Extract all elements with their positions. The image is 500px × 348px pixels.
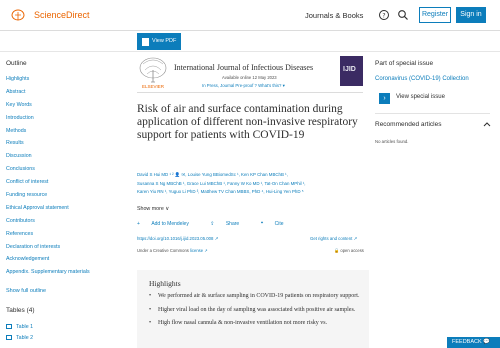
highlight-item: High flow nasal cannula & non-invasive v… [149, 319, 361, 328]
outline-item[interactable]: References [6, 231, 116, 244]
license-text: Under a Creative Commons license ↗ [137, 248, 208, 253]
outline-item[interactable]: Methods [6, 128, 116, 141]
in-press-links[interactable]: In Press, Journal Pre-proof ? What's thi… [202, 83, 285, 89]
highlights-box: Highlights We performed air & surface sa… [137, 270, 369, 348]
outline-item[interactable]: Introduction [6, 115, 116, 128]
outline-item[interactable]: Key Words [6, 102, 116, 115]
outline-item[interactable]: Abstract [6, 89, 116, 102]
view-pdf-label: View PDF [152, 38, 177, 44]
chevron-up-icon[interactable] [483, 121, 491, 127]
table-icon [6, 324, 12, 330]
feedback-button[interactable]: FEEDBACK 💬 [447, 337, 500, 348]
view-pdf-button[interactable]: View PDF [137, 33, 181, 50]
outline-item[interactable]: Contributors [6, 218, 116, 231]
share-icon: ⇪ [210, 221, 216, 227]
rights-content-link[interactable]: Get rights and content ↗ [310, 236, 357, 242]
elsevier-tree-logo-icon[interactable]: ELSEVIER [137, 56, 169, 90]
author-line[interactable]: Karen Yiu RN ¹, Yuguo Li PhD ³, Matthew … [137, 188, 365, 197]
register-button[interactable]: Register [419, 7, 451, 23]
outline-item[interactable]: Declaration of interests [6, 244, 116, 257]
show-more-button[interactable]: Show more ∨ [137, 206, 169, 212]
outline-item[interactable]: Funding resource [6, 192, 116, 205]
open-access-badge: 🔓 open access [334, 248, 364, 253]
plus-icon: + [137, 221, 142, 227]
author-line[interactable]: David S Hui MD ¹ ² 👤 ✉, Louise Yung BBio… [137, 171, 365, 180]
journal-title-link[interactable]: International Journal of Infectious Dise… [174, 63, 313, 72]
outline-item[interactable]: Conclusions [6, 166, 116, 179]
outline-list: Highlights Abstract Key Words Introducti… [6, 76, 116, 282]
journals-books-link[interactable]: Journals & Books [305, 11, 363, 20]
article-title: Risk of air and surface contamination du… [137, 103, 358, 141]
outline-item[interactable]: Results [6, 140, 116, 153]
license-link[interactable]: license ↗ [190, 248, 208, 253]
view-special-issue-button[interactable]: › View special issue [375, 91, 490, 105]
table-label: Table 1 [16, 324, 34, 330]
outline-item[interactable]: Conflict of interest [6, 179, 116, 192]
quote-icon: ❝ [260, 221, 265, 227]
svg-text:?: ? [382, 12, 385, 19]
outline-item[interactable]: Discussion [6, 153, 116, 166]
user-icon: 👤 [174, 172, 181, 177]
outline-heading: Outline [6, 60, 27, 67]
cite-button[interactable]: ❝ Cite [261, 221, 294, 227]
highlights-heading: Highlights [149, 279, 181, 288]
show-full-outline-link[interactable]: Show full outline [6, 288, 46, 294]
journal-divider [137, 92, 363, 93]
share-button[interactable]: ⇪ Share [210, 221, 249, 227]
help-icon[interactable]: ? [378, 9, 390, 21]
sign-in-button[interactable]: Sign in [456, 7, 486, 23]
available-online-date: Available online 12 May 2023 [222, 75, 277, 80]
outline-item[interactable]: Ethical Approval statement [6, 205, 116, 218]
table-link[interactable]: Table 1 [6, 324, 33, 330]
brand-name[interactable]: ScienceDirect [34, 10, 90, 20]
no-articles-text: No articles found. [375, 139, 409, 144]
toolbar-divider [0, 51, 500, 52]
journal-cover-text: IJID [343, 66, 356, 73]
article-actions: + Add to Mendeley ⇪ Share ❝ Cite [137, 221, 304, 227]
elsevier-logo-icon[interactable] [7, 8, 29, 22]
outline-item[interactable]: Appendix. Supplementary materials [6, 269, 116, 282]
outline-item[interactable]: Highlights [6, 76, 116, 89]
view-special-issue-label: View special issue [396, 94, 445, 100]
email-icon[interactable]: ✉ [182, 172, 186, 177]
special-issue-link[interactable]: Coronavirus (COVID-19) Collection [375, 76, 469, 82]
author-line[interactable]: Susanna S Ng MBChB ¹, Grace Lui MBChB ¹,… [137, 180, 365, 189]
doi-link[interactable]: https://doi.org/10.1016/j.ijid.2023.05.0… [137, 236, 218, 242]
table-link[interactable]: Table 2 [6, 335, 33, 341]
search-icon[interactable] [397, 9, 409, 21]
outline-item[interactable]: Acknowledgement [6, 256, 116, 269]
right-divider [375, 113, 490, 114]
author-list: David S Hui MD ¹ ² 👤 ✉, Louise Yung BBio… [137, 171, 365, 197]
highlight-item: Higher viral load on the day of sampling… [149, 306, 361, 315]
svg-text:ELSEVIER: ELSEVIER [142, 84, 165, 89]
chevron-right-icon: › [379, 93, 390, 104]
special-issue-heading: Part of special issue [375, 60, 434, 67]
recommended-heading: Recommended articles [375, 121, 442, 128]
highlights-list: We performed air & surface sampling in C… [149, 292, 361, 333]
table-label: Table 2 [16, 335, 34, 341]
highlight-item: We performed air & surface sampling in C… [149, 292, 361, 301]
table-icon [6, 335, 12, 341]
tables-heading: Tables (4) [6, 307, 35, 314]
pdf-icon [142, 38, 149, 46]
top-header: ScienceDirect Journals & Books ? Registe… [0, 0, 500, 31]
add-to-mendeley-button[interactable]: + Add to Mendeley [137, 221, 199, 227]
